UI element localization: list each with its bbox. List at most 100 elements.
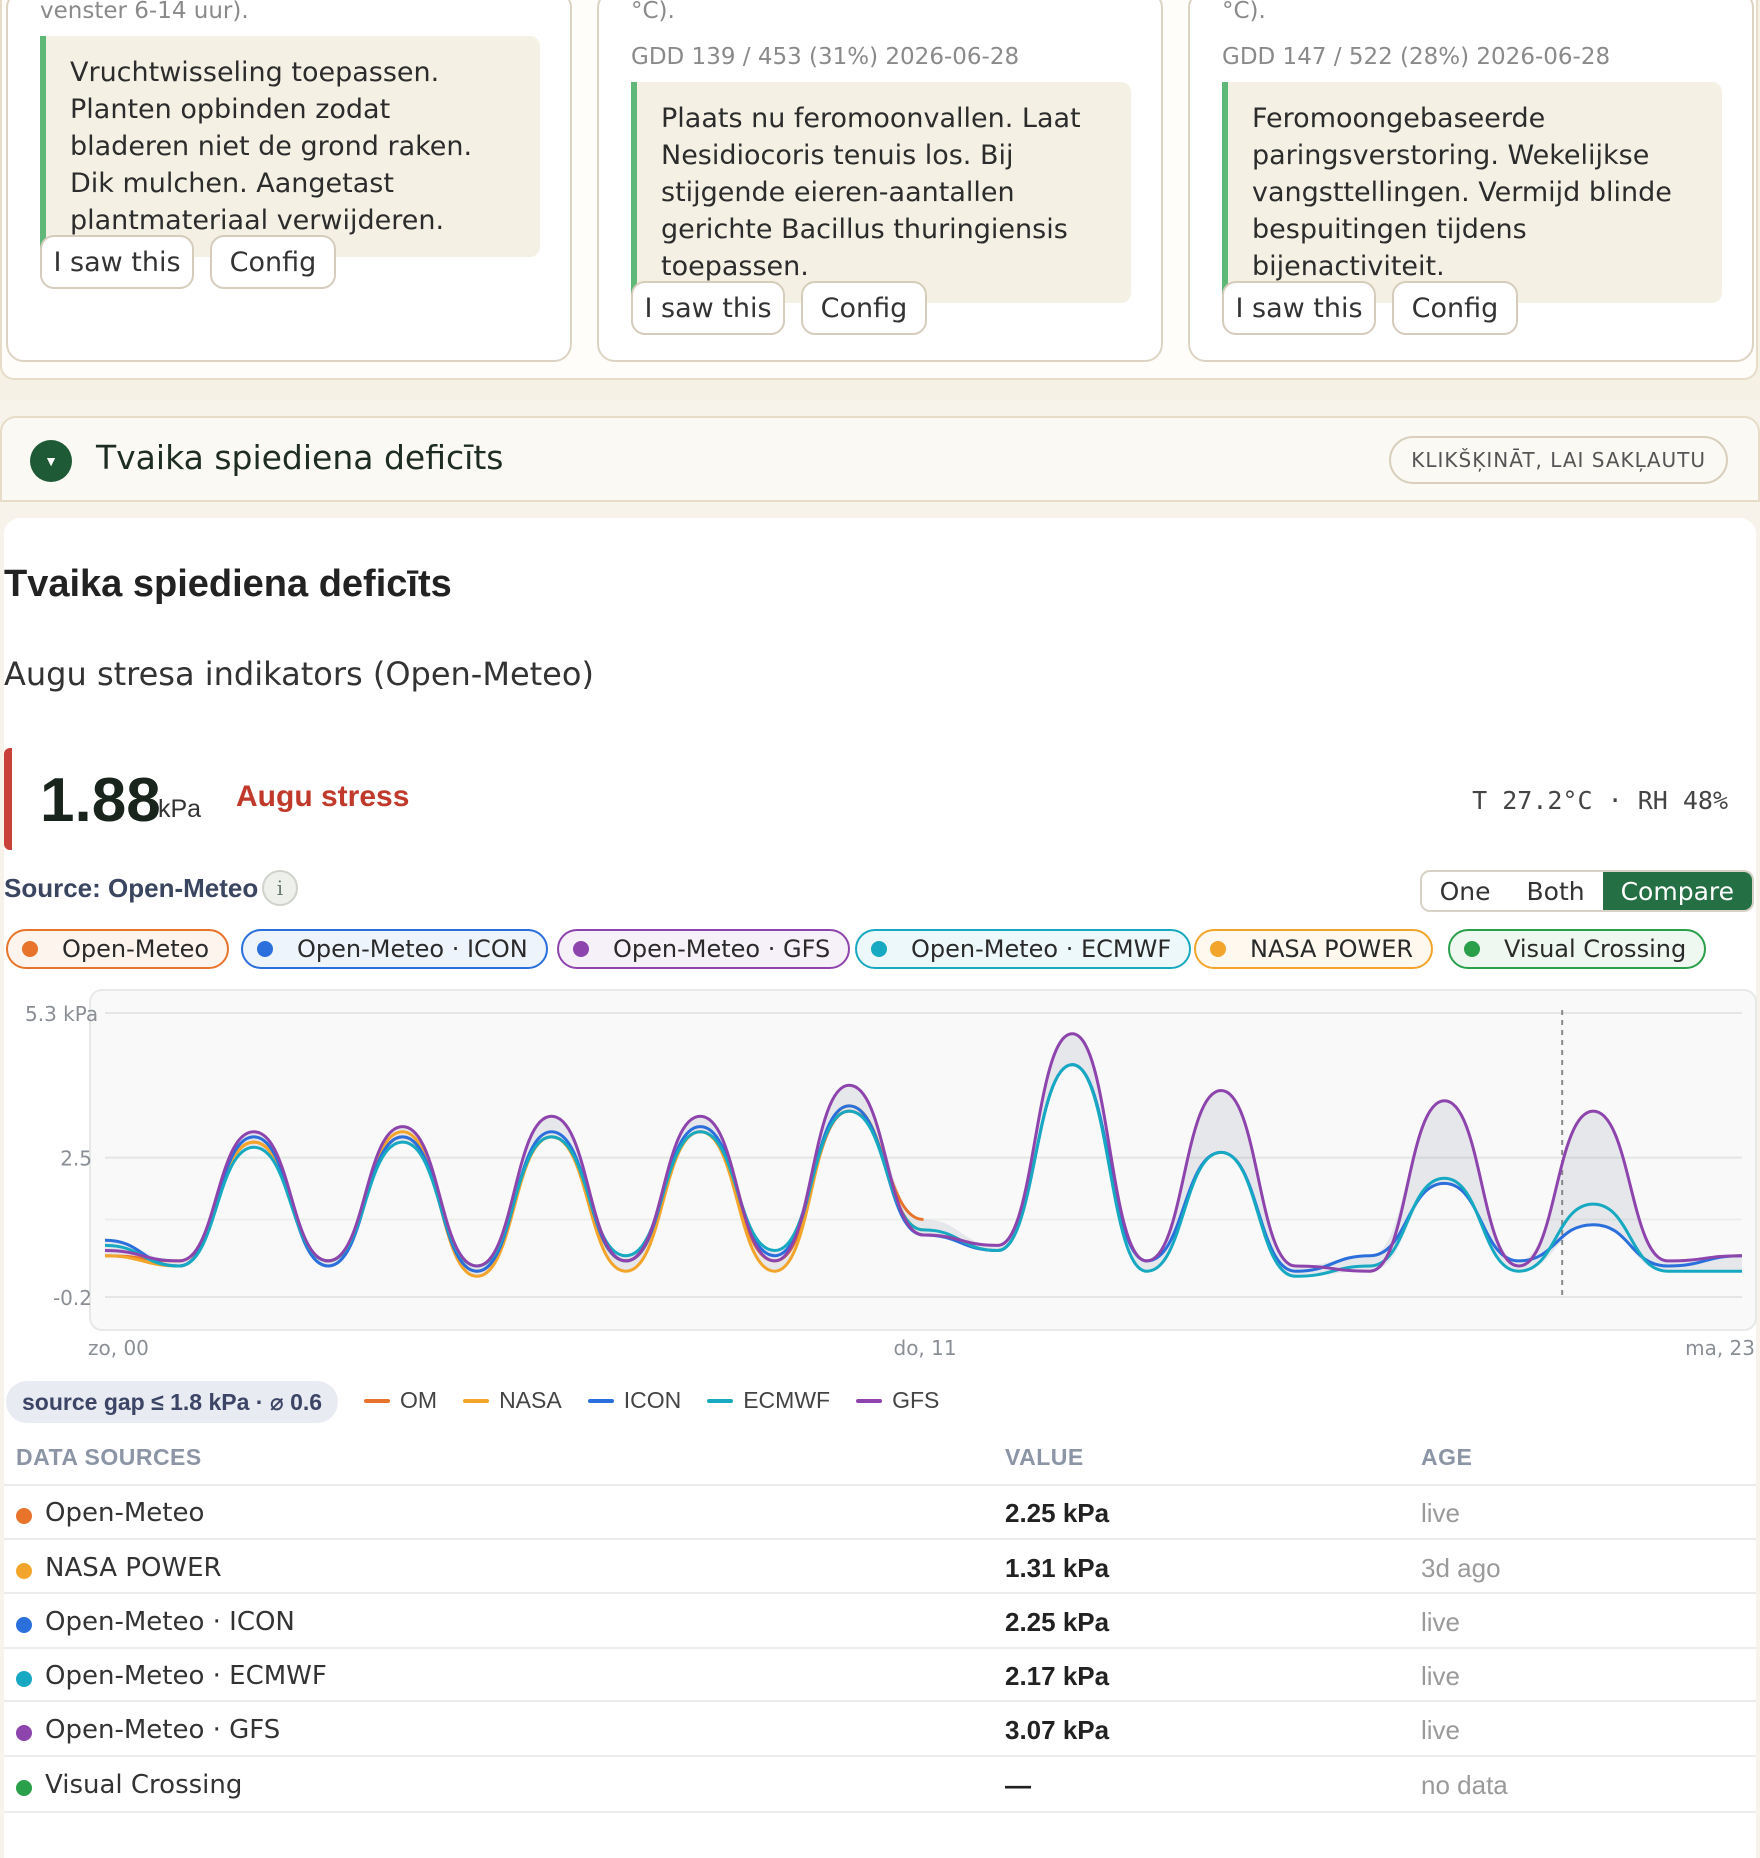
table-row: Open-Meteo · ECMWF 2.17 kPa live [0, 1649, 1760, 1703]
source-dot-icon [573, 941, 589, 957]
source-chip[interactable]: NASA POWER [1194, 929, 1434, 969]
gdd-progress: GDD 147 / 522 (28%) 2026-06-28 [1222, 44, 1611, 70]
source-value: 3.07 kPa [1005, 1715, 1110, 1745]
status-indicator-bar [4, 748, 12, 850]
source-age: 3d ago [1421, 1553, 1501, 1583]
advice-text: Vruchtwisseling toepassen. Planten opbin… [40, 36, 540, 257]
view-mode-toggle: One Both Compare [1419, 870, 1754, 912]
i-saw-this-button[interactable]: I saw this [631, 281, 785, 335]
source-dot-icon [871, 941, 887, 957]
source-name: Open-Meteo · ECMWF [45, 1661, 327, 1691]
info-icon[interactable]: i [262, 870, 298, 906]
config-button[interactable]: Config [1392, 281, 1518, 335]
advice-card: °C). GDD 139 / 453 (31%) 2026-06-28 Plaa… [597, 0, 1163, 362]
table-row: NASA POWER 1.31 kPa 3d ago [0, 1541, 1760, 1595]
source-name: Open-Meteo · ICON [45, 1607, 295, 1637]
source-age: live [1421, 1607, 1461, 1637]
x-tick-label: do, 11 [894, 1336, 957, 1360]
source-dot-icon [16, 1780, 32, 1796]
legend-item: NASA [463, 1387, 562, 1414]
source-value: 2.25 kPa [1005, 1498, 1110, 1528]
vpd-unit: kPa [158, 795, 202, 823]
chip-label: Open-Meteo · GFS [613, 935, 831, 963]
card-stat: °C). [631, 0, 675, 24]
source-age: live [1421, 1715, 1461, 1745]
legend-item: GFS [856, 1387, 939, 1414]
source-chip[interactable]: Open-Meteo · GFS [557, 929, 851, 969]
source-chip[interactable]: Open-Meteo · ECMWF [855, 929, 1192, 969]
source-age: live [1421, 1498, 1461, 1528]
plot-area [89, 989, 1757, 1331]
table-row: Visual Crossing — no data [0, 1758, 1760, 1812]
legend-item: ECMWF [707, 1387, 830, 1414]
collapse-button[interactable]: KLIKŠĶINĀT, LAI SAKĻAUTU [1389, 436, 1728, 484]
source-value: — [1005, 1770, 1031, 1800]
section-header[interactable]: ▼ Tvaika spiediena deficīts KLIKŠĶINĀT, … [0, 416, 1760, 502]
divider [4, 1755, 1756, 1757]
mode-one[interactable]: One [1422, 872, 1509, 910]
i-saw-this-button[interactable]: I saw this [1222, 281, 1376, 335]
chip-label: Visual Crossing [1504, 935, 1687, 963]
config-button[interactable]: Config [210, 235, 336, 289]
chip-label: Open-Meteo [62, 935, 210, 963]
i-saw-this-button[interactable]: I saw this [40, 235, 194, 289]
table-row: Open-Meteo · ICON 2.25 kPa live [0, 1595, 1760, 1649]
x-tick-label: ma, 23 [1685, 1336, 1755, 1360]
source-chip[interactable]: Visual Crossing [1448, 929, 1707, 969]
weather-meta: T 27.2°C · RH 48% [1472, 786, 1728, 815]
x-tick-label: zo, 00 [88, 1336, 149, 1360]
table-row: Open-Meteo · GFS 3.07 kPa live [0, 1703, 1760, 1757]
source-value: 2.17 kPa [1005, 1661, 1110, 1691]
source-name: NASA POWER [45, 1553, 222, 1583]
source-dot-icon [22, 941, 38, 957]
advice-text: Plaats nu feromoonvallen. Laat Nesidioco… [631, 82, 1131, 303]
source-chip[interactable]: Open-Meteo [6, 929, 230, 969]
advice-card: venster 6-14 uur). Vruchtwisseling toepa… [6, 0, 572, 362]
advice-card: °C). GDD 147 / 522 (28%) 2026-06-28 Fero… [1188, 0, 1754, 362]
mode-both[interactable]: Both [1509, 872, 1603, 910]
source-name: Open-Meteo · GFS [45, 1715, 281, 1745]
config-button[interactable]: Config [801, 281, 927, 335]
source-dot-icon [16, 1671, 32, 1687]
section-title: Tvaika spiediena deficīts [96, 438, 504, 477]
source-dot-icon [257, 941, 273, 957]
source-dot-icon [1464, 941, 1480, 957]
source-dot-icon [16, 1508, 32, 1524]
source-dot-icon [16, 1617, 32, 1633]
y-tick-label: 2.5 [60, 1147, 92, 1171]
panel-heading: Tvaika spiediena deficīts [4, 563, 452, 605]
panel-subtitle: Augu stresa indikators (Open-Meteo) [4, 655, 594, 693]
col-header-age: AGE [1421, 1444, 1473, 1470]
source-dot-icon [1210, 941, 1226, 957]
source-gap-badge: source gap ≤ 1.8 kPa · ⌀ 0.6 [6, 1381, 339, 1423]
col-header-value: VALUE [1005, 1444, 1084, 1470]
table-row: Open-Meteo 2.25 kPa live [0, 1486, 1760, 1540]
advice-text: Feromoongebaseerde paringsverstoring. We… [1222, 82, 1722, 303]
source-name: Visual Crossing [45, 1770, 243, 1800]
divider [4, 1592, 1756, 1594]
divider [4, 1700, 1756, 1702]
legend-item: ICON [587, 1387, 681, 1414]
divider [4, 1811, 1756, 1813]
chip-label: Open-Meteo · ECMWF [911, 935, 1172, 963]
source-value: 2.25 kPa [1005, 1607, 1110, 1637]
vpd-chart-svg: 5.3 kPa 2.5 -0.2 zo, 00 do, 11 ma, 23 [25, 989, 1757, 1360]
y-tick-label: -0.2 [53, 1286, 92, 1310]
card-stat: °C). [1222, 0, 1266, 24]
gdd-progress: GDD 139 / 453 (31%) 2026-06-28 [631, 44, 1020, 70]
divider [4, 1538, 1756, 1540]
source-dot-icon [16, 1563, 32, 1579]
source-value: 1.31 kPa [1005, 1553, 1110, 1583]
top-band: venster 6-14 uur). Vruchtwisseling toepa… [0, 0, 1760, 400]
source-chip[interactable]: Open-Meteo · ICON [241, 929, 548, 969]
legend-item: OM [364, 1387, 437, 1414]
mode-compare[interactable]: Compare [1602, 872, 1752, 910]
chip-label: NASA POWER [1250, 935, 1414, 963]
source-label: Source: Open-Meteo [4, 873, 259, 903]
source-dot-icon [16, 1725, 32, 1741]
collapse-toggle-icon[interactable]: ▼ [30, 440, 72, 482]
vpd-value: 1.88 [40, 766, 161, 835]
chart-legend: OM NASA ICON ECMWF GFS [364, 1387, 939, 1414]
source-age: live [1421, 1661, 1461, 1691]
source-name: Open-Meteo [45, 1498, 205, 1528]
